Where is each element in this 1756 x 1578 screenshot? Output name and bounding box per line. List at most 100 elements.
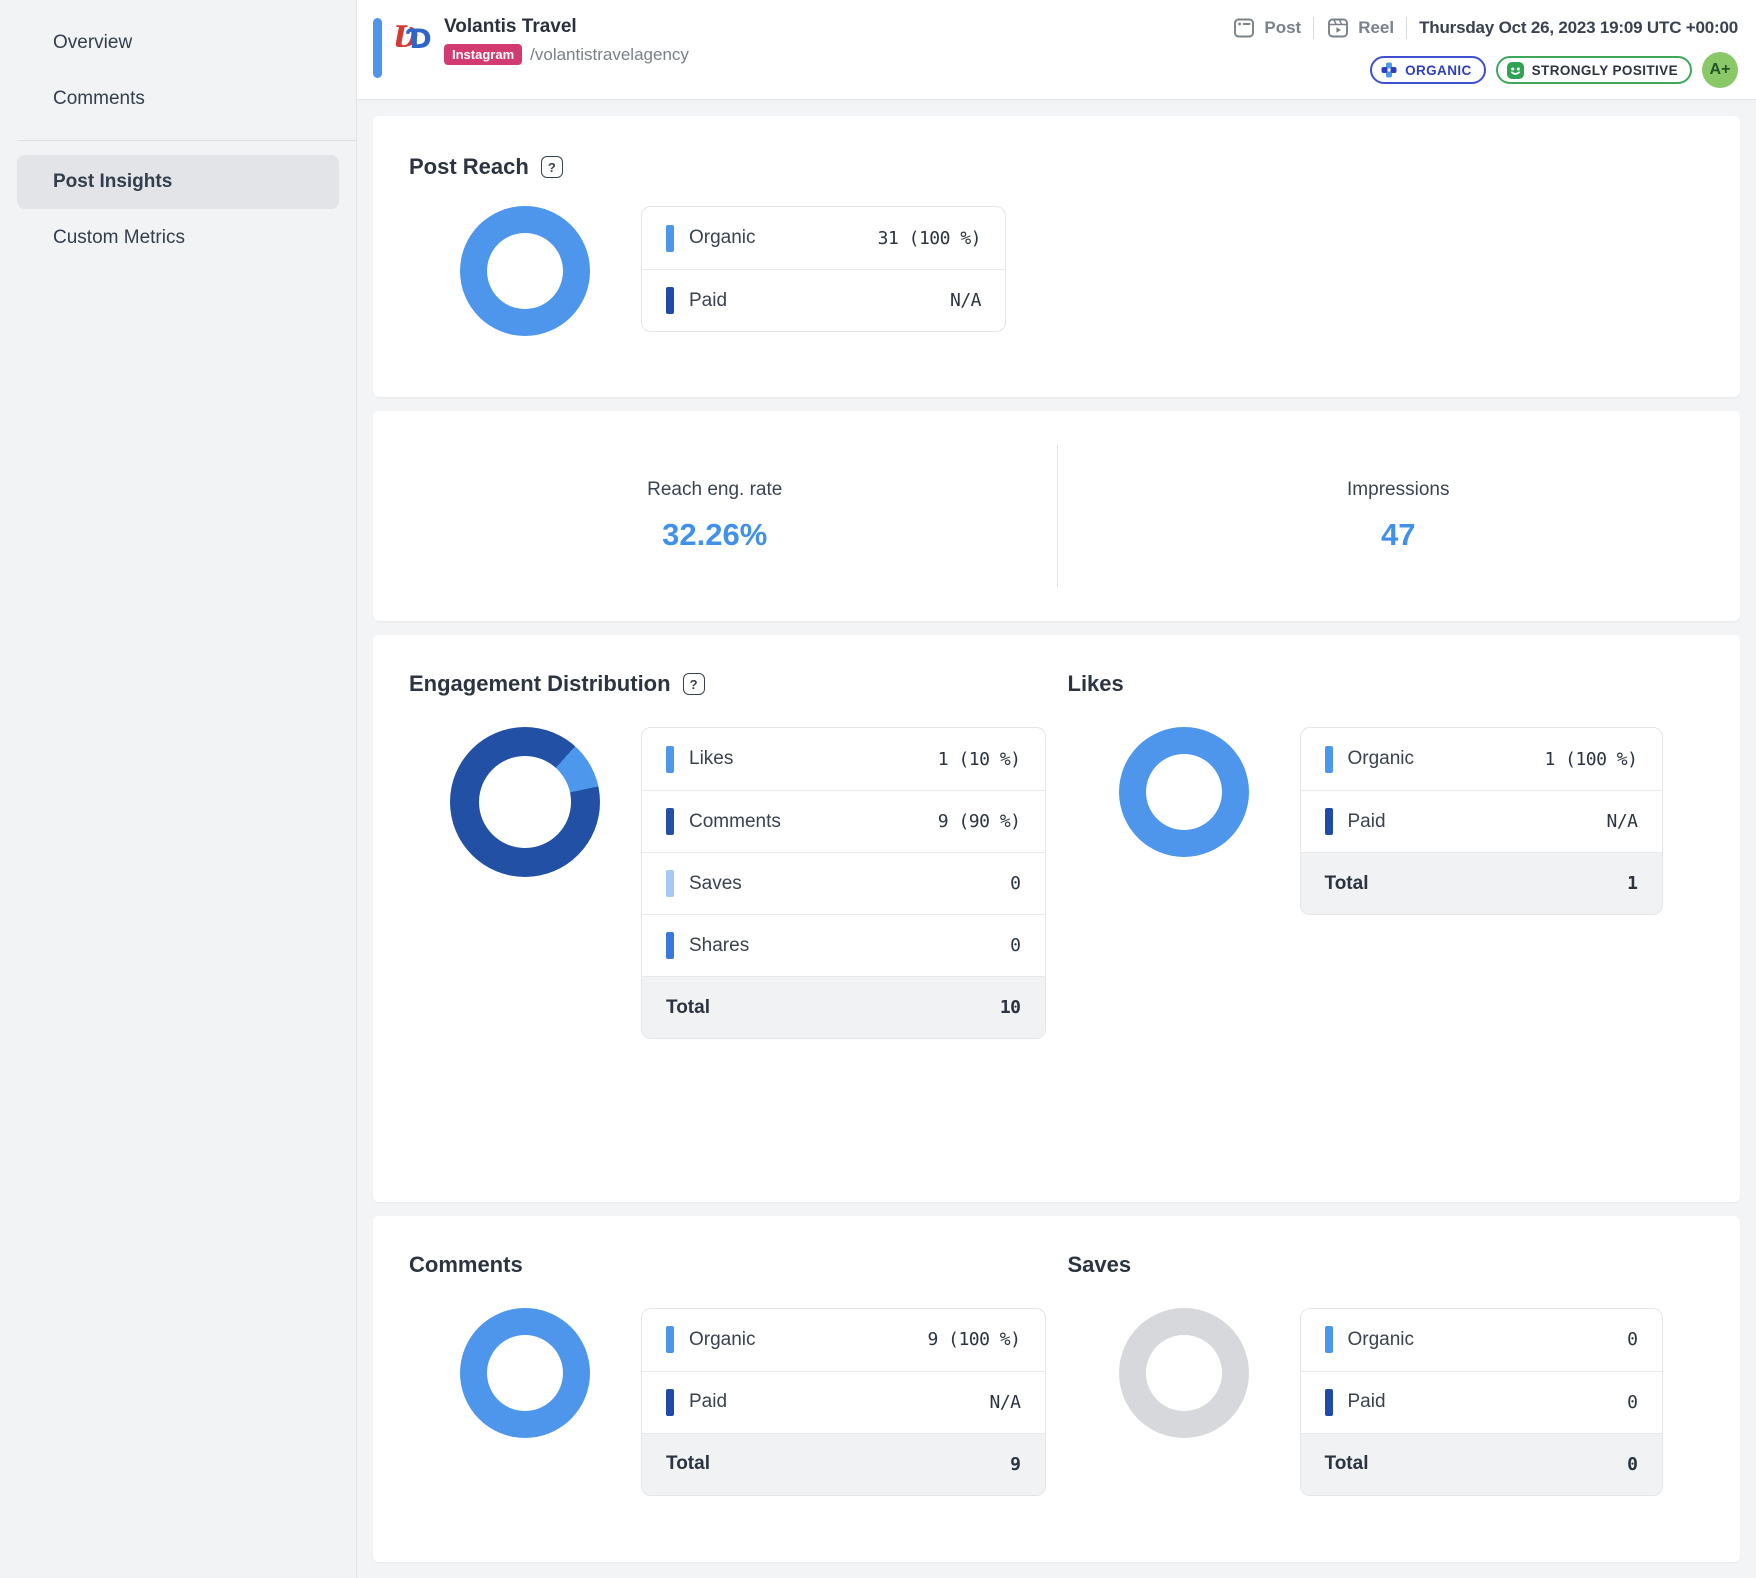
sidebar: Overview Comments Post Insights Custom M… [0, 0, 357, 1578]
help-icon[interactable]: ? [541, 156, 563, 178]
separator [1313, 17, 1314, 39]
post-icon [1232, 16, 1256, 40]
stats-divider [1057, 445, 1058, 588]
stat-label: Impressions [1347, 479, 1449, 501]
legend-value: 1 (100 %) [1544, 749, 1637, 770]
engagement-likes-card: Engagement Distribution ? Likes 1 (10 %) [373, 635, 1740, 1202]
legend-row-total: Total 9 [642, 1433, 1045, 1495]
legend-label: Paid [689, 1391, 727, 1413]
post-reach-donut-chart [460, 206, 590, 336]
account-info: Volantis Travel Instagram /volantistrave… [444, 16, 689, 65]
legend-row-organic: Organic 31 (100 %) [642, 207, 1005, 269]
post-insights-content: Post Reach ? Organic 31 (100 %) [357, 100, 1756, 1578]
main-panel: ƲƊ Volantis Travel Instagram /volantistr… [357, 0, 1756, 1578]
post-reach-card: Post Reach ? Organic 31 (100 %) [373, 116, 1740, 397]
legend-value: 9 (90 %) [938, 811, 1021, 832]
legend-value: 1 (10 %) [938, 749, 1021, 770]
stat-label: Reach eng. rate [647, 479, 782, 501]
engagement-donut-chart [450, 727, 600, 877]
help-icon[interactable]: ? [683, 673, 705, 695]
account-name: Volantis Travel [444, 16, 689, 38]
engagement-title: Engagement Distribution [409, 671, 671, 697]
legend-row-total: Total 1 [1301, 852, 1662, 914]
legend-label: Total [666, 1453, 710, 1475]
legend-row-paid: Paid N/A [642, 1371, 1045, 1433]
legend-label: Saves [689, 873, 742, 895]
post-timestamp: Thursday Oct 26, 2023 19:09 UTC +00:00 [1419, 18, 1738, 38]
legend-label: Total [1325, 873, 1369, 895]
saves-title: Saves [1068, 1252, 1132, 1278]
stat-value: 32.26% [662, 517, 767, 553]
legend-value: 9 [1010, 1454, 1020, 1475]
legend-swatch [1325, 746, 1333, 773]
likes-section: Likes Organic 1 (100 %) [1046, 671, 1705, 1202]
post-type-toggle[interactable]: Post [1232, 16, 1301, 40]
separator [1406, 17, 1407, 39]
legend-label: Likes [689, 748, 733, 770]
legend-swatch [666, 932, 674, 959]
legend-row-paid: Paid N/A [1301, 790, 1662, 852]
sidebar-divider [18, 140, 356, 141]
sidebar-item-post-insights[interactable]: Post Insights [17, 155, 339, 209]
legend-value: 31 (100 %) [878, 228, 981, 249]
legend-swatch [666, 225, 674, 252]
likes-legend: Organic 1 (100 %) Paid N/A Total 1 [1300, 727, 1663, 915]
saves-section: Saves Organic 0 [1046, 1252, 1705, 1562]
legend-row-organic: Organic 1 (100 %) [1301, 728, 1662, 790]
sidebar-item-overview[interactable]: Overview [17, 16, 339, 70]
sentiment-badge: STRONGLY POSITIVE [1496, 56, 1692, 84]
organic-status-badge: ORGANIC [1370, 56, 1486, 84]
legend-row-saves: Saves 0 [642, 852, 1045, 914]
reach-eng-rate-stat: Reach eng. rate 32.26% [373, 479, 1057, 553]
legend-swatch [666, 746, 674, 773]
legend-row-organic: Organic 9 (100 %) [642, 1309, 1045, 1371]
legend-row-paid: Paid 0 [1301, 1371, 1662, 1433]
post-reach-legend: Organic 31 (100 %) Paid N/A [641, 206, 1006, 332]
saves-legend: Organic 0 Paid 0 Total 0 [1300, 1308, 1663, 1496]
post-header: ƲƊ Volantis Travel Instagram /volantistr… [357, 0, 1756, 100]
legend-swatch [1325, 1326, 1333, 1353]
likes-title: Likes [1068, 671, 1124, 697]
network-badge: Instagram [444, 44, 522, 65]
legend-value: 0 [1010, 935, 1020, 956]
legend-label: Paid [689, 290, 727, 312]
legend-value: 9 (100 %) [927, 1329, 1020, 1350]
legend-value: 0 [1010, 873, 1020, 894]
legend-row-shares: Shares 0 [642, 914, 1045, 976]
legend-value: 0 [1627, 1454, 1637, 1475]
legend-row-comments: Comments 9 (90 %) [642, 790, 1045, 852]
sidebar-item-comments[interactable]: Comments [17, 72, 339, 126]
sidebar-item-custom-metrics[interactable]: Custom Metrics [17, 211, 339, 265]
legend-value: N/A [989, 1392, 1020, 1413]
legend-row-likes: Likes 1 (10 %) [642, 728, 1045, 790]
app-root: Overview Comments Post Insights Custom M… [0, 0, 1756, 1578]
comments-saves-card: Comments Organic 9 (100 %) [373, 1216, 1740, 1562]
account-handle: /volantistravelagency [530, 45, 689, 65]
comments-title: Comments [409, 1252, 523, 1278]
header-meta: Post Reel Thursday Oct 26, 2023 19:09 UT… [1232, 16, 1738, 88]
legend-row-total: Total 0 [1301, 1433, 1662, 1495]
stats-card: Reach eng. rate 32.26% Impressions 47 [373, 411, 1740, 622]
saves-donut-chart [1119, 1308, 1249, 1438]
post-reach-title: Post Reach [409, 154, 529, 180]
legend-swatch [1325, 808, 1333, 835]
legend-label: Organic [689, 1329, 756, 1351]
engagement-legend: Likes 1 (10 %) Comments 9 (90 %) Saves [641, 727, 1046, 1039]
legend-label: Total [666, 997, 710, 1019]
legend-swatch [666, 1389, 674, 1416]
legend-value: 10 [1000, 997, 1021, 1018]
legend-swatch [666, 287, 674, 314]
comments-donut-chart [460, 1308, 590, 1438]
legend-label: Organic [1348, 748, 1415, 770]
comments-section: Comments Organic 9 (100 %) [409, 1252, 1046, 1562]
likes-donut-chart [1119, 727, 1249, 857]
legend-row-total: Total 10 [642, 976, 1045, 1038]
reel-type-toggle[interactable]: Reel [1326, 16, 1394, 40]
legend-label: Shares [689, 935, 749, 957]
legend-value: N/A [950, 290, 981, 311]
legend-label: Organic [689, 227, 756, 249]
legend-row-organic: Organic 0 [1301, 1309, 1662, 1371]
legend-swatch [666, 1326, 674, 1353]
engagement-distribution-section: Engagement Distribution ? Likes 1 (10 %) [409, 671, 1046, 1202]
impressions-stat: Impressions 47 [1057, 479, 1741, 553]
